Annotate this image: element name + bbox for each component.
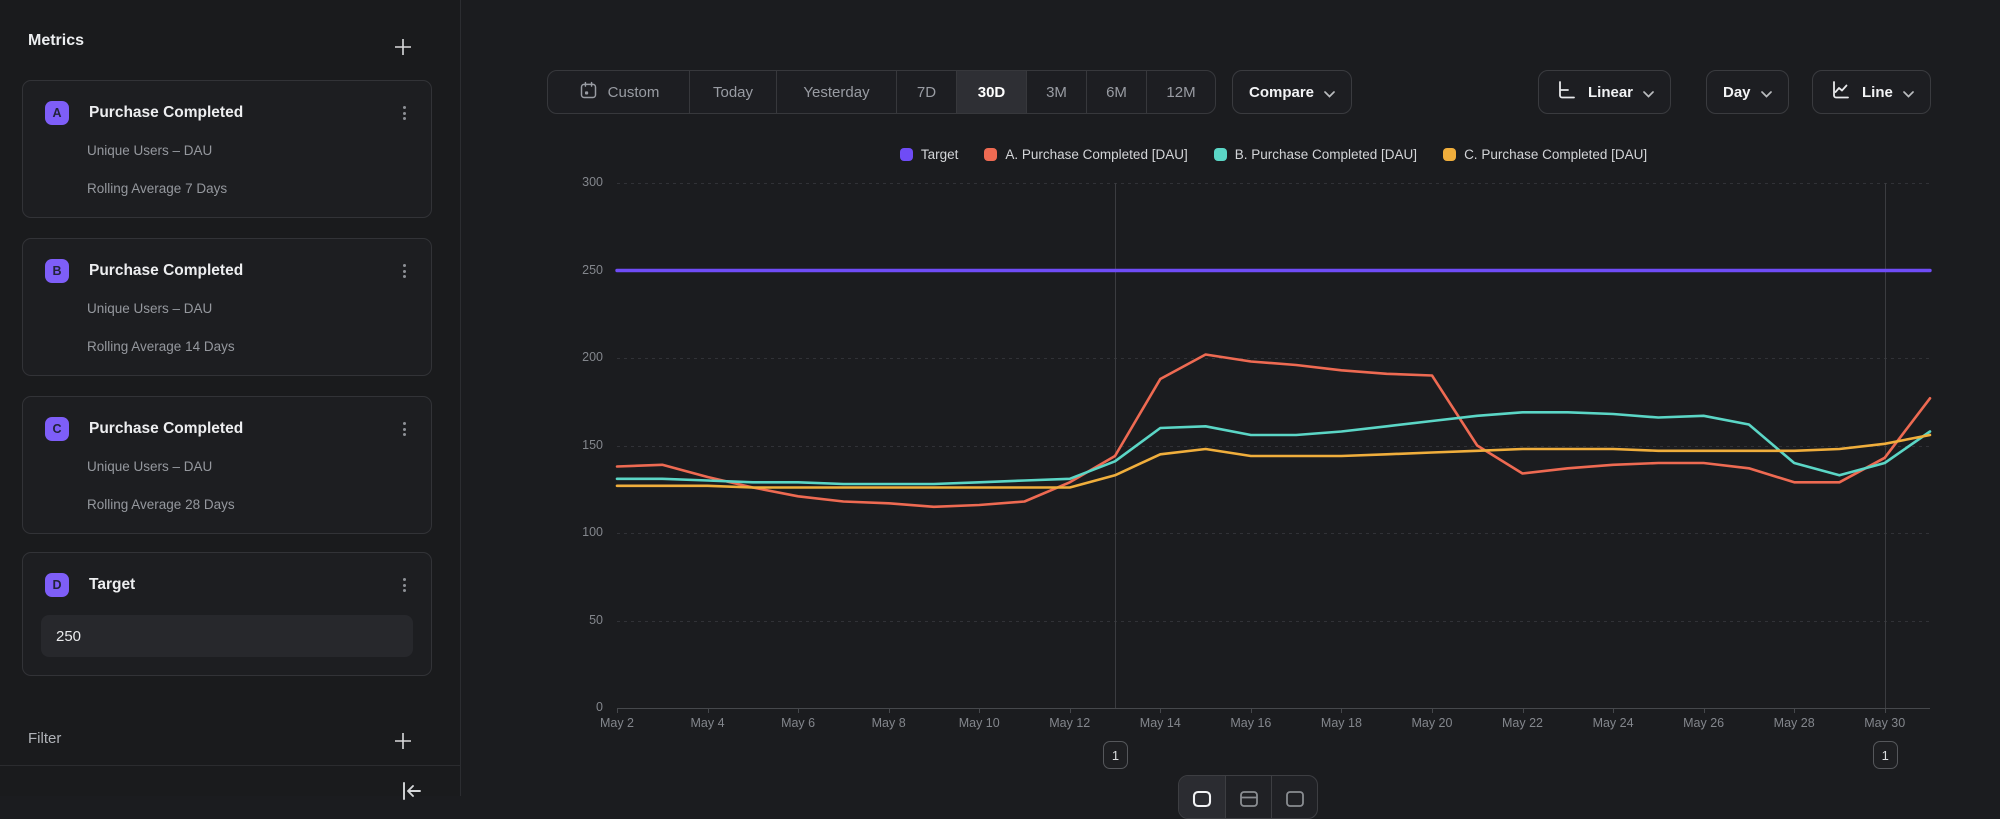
metric-card-header: C Purchase Completed — [45, 417, 413, 441]
x-axis-tick — [798, 708, 799, 713]
sidebar-divider — [0, 765, 460, 766]
x-axis-label: May 14 — [1125, 716, 1195, 730]
annotation-badge-may-30[interactable]: 1 — [1873, 741, 1898, 769]
add-filter-button[interactable] — [390, 728, 416, 754]
kebab-menu-icon[interactable] — [395, 575, 413, 595]
metric-card-a[interactable]: A Purchase Completed Unique Users – DAU … — [22, 80, 432, 218]
chart-series-canvas — [617, 183, 1930, 708]
x-axis-tick — [1160, 708, 1161, 713]
table-view-icon — [1238, 788, 1260, 815]
metric-card-c[interactable]: C Purchase Completed Unique Users – DAU … — [22, 396, 432, 534]
metric-badge: A — [45, 101, 69, 125]
target-card[interactable]: D Target 250 — [22, 552, 432, 676]
x-axis-tick — [1704, 708, 1705, 713]
filter-section-title: Filter — [28, 730, 61, 747]
kebab-menu-icon[interactable] — [395, 419, 413, 439]
target-card-header: D Target — [45, 573, 413, 597]
annotation-badge-may-13[interactable]: 1 — [1103, 741, 1128, 769]
plus-icon — [394, 38, 412, 56]
x-axis-label: May 12 — [1035, 716, 1105, 730]
metric-card-header: B Purchase Completed — [45, 259, 413, 283]
collapse-sidebar-icon — [398, 791, 424, 808]
y-axis-label: 150 — [557, 438, 603, 452]
plus-icon — [394, 732, 412, 750]
add-metric-button[interactable] — [390, 34, 416, 60]
x-axis-tick — [1794, 708, 1795, 713]
metric-card-b[interactable]: B Purchase Completed Unique Users – DAU … — [22, 238, 432, 376]
x-axis-tick — [1070, 708, 1071, 713]
view-switcher — [1178, 775, 1318, 819]
collapse-sidebar-button[interactable] — [398, 778, 426, 806]
metric-title: Purchase Completed — [89, 262, 395, 280]
x-axis-label: May 22 — [1488, 716, 1558, 730]
kebab-menu-icon[interactable] — [395, 103, 413, 123]
metric-transform: Rolling Average 7 Days — [87, 181, 227, 196]
metric-measurement: Unique Users – DAU — [87, 459, 212, 474]
y-axis-label: 300 — [557, 175, 603, 189]
x-axis-tick — [979, 708, 980, 713]
y-axis-label: 0 — [557, 700, 603, 714]
target-value-input[interactable]: 250 — [41, 615, 413, 657]
card-view-icon — [1191, 788, 1213, 815]
x-axis-label: May 18 — [1306, 716, 1376, 730]
x-axis-label: May 2 — [582, 716, 652, 730]
metric-transform: Rolling Average 28 Days — [87, 497, 235, 512]
x-axis-label: May 28 — [1759, 716, 1829, 730]
x-axis-label: May 30 — [1850, 716, 1920, 730]
series-line-c — [617, 435, 1930, 488]
x-axis-label: May 26 — [1669, 716, 1739, 730]
x-axis-tick — [889, 708, 890, 713]
metric-badge: C — [45, 417, 69, 441]
x-axis-label: May 20 — [1397, 716, 1467, 730]
view-option[interactable] — [1271, 776, 1317, 818]
x-axis-label: May 10 — [944, 716, 1014, 730]
x-axis-tick — [1341, 708, 1342, 713]
x-axis-tick — [708, 708, 709, 713]
metric-badge: B — [45, 259, 69, 283]
chart-panel: CustomTodayYesterday7D30D3M6M12M Compare… — [461, 0, 2000, 796]
metric-card-header: A Purchase Completed — [45, 101, 413, 125]
metric-badge: D — [45, 573, 69, 597]
metrics-sidebar: Metrics A Purchase Completed Unique User… — [0, 0, 461, 796]
x-axis-tick — [1251, 708, 1252, 713]
gridline-y0 — [617, 708, 1930, 709]
kebab-menu-icon[interactable] — [395, 261, 413, 281]
view-option[interactable] — [1179, 776, 1225, 818]
metric-title: Purchase Completed — [89, 420, 395, 438]
sidebar-title: Metrics — [28, 32, 84, 50]
metric-measurement: Unique Users – DAU — [87, 301, 212, 316]
x-axis-label: May 24 — [1578, 716, 1648, 730]
y-axis-label: 100 — [557, 525, 603, 539]
x-axis-tick — [1523, 708, 1524, 713]
y-axis-label: 250 — [557, 263, 603, 277]
x-axis-tick — [617, 708, 618, 713]
metric-title: Purchase Completed — [89, 104, 395, 122]
y-axis-label: 200 — [557, 350, 603, 364]
target-title: Target — [89, 576, 395, 594]
x-axis-tick — [1432, 708, 1433, 713]
series-line-b — [617, 412, 1930, 484]
board-view-icon — [1284, 788, 1306, 815]
view-option[interactable] — [1225, 776, 1271, 818]
x-axis-label: May 4 — [673, 716, 743, 730]
x-axis-tick — [1613, 708, 1614, 713]
x-axis-tick — [1885, 708, 1886, 713]
metric-transform: Rolling Average 14 Days — [87, 339, 235, 354]
x-axis-label: May 16 — [1216, 716, 1286, 730]
line-chart: 0 50 100 150 200 250 300 May 2 May 4 May 6 May 8 Ma… — [461, 0, 2000, 796]
x-axis-label: May 8 — [854, 716, 924, 730]
metrics-dashboard: { "sidebar": { "title": "Metrics", "metr… — [0, 0, 2000, 796]
x-axis-label: May 6 — [763, 716, 833, 730]
metric-measurement: Unique Users – DAU — [87, 143, 212, 158]
y-axis-label: 50 — [557, 613, 603, 627]
